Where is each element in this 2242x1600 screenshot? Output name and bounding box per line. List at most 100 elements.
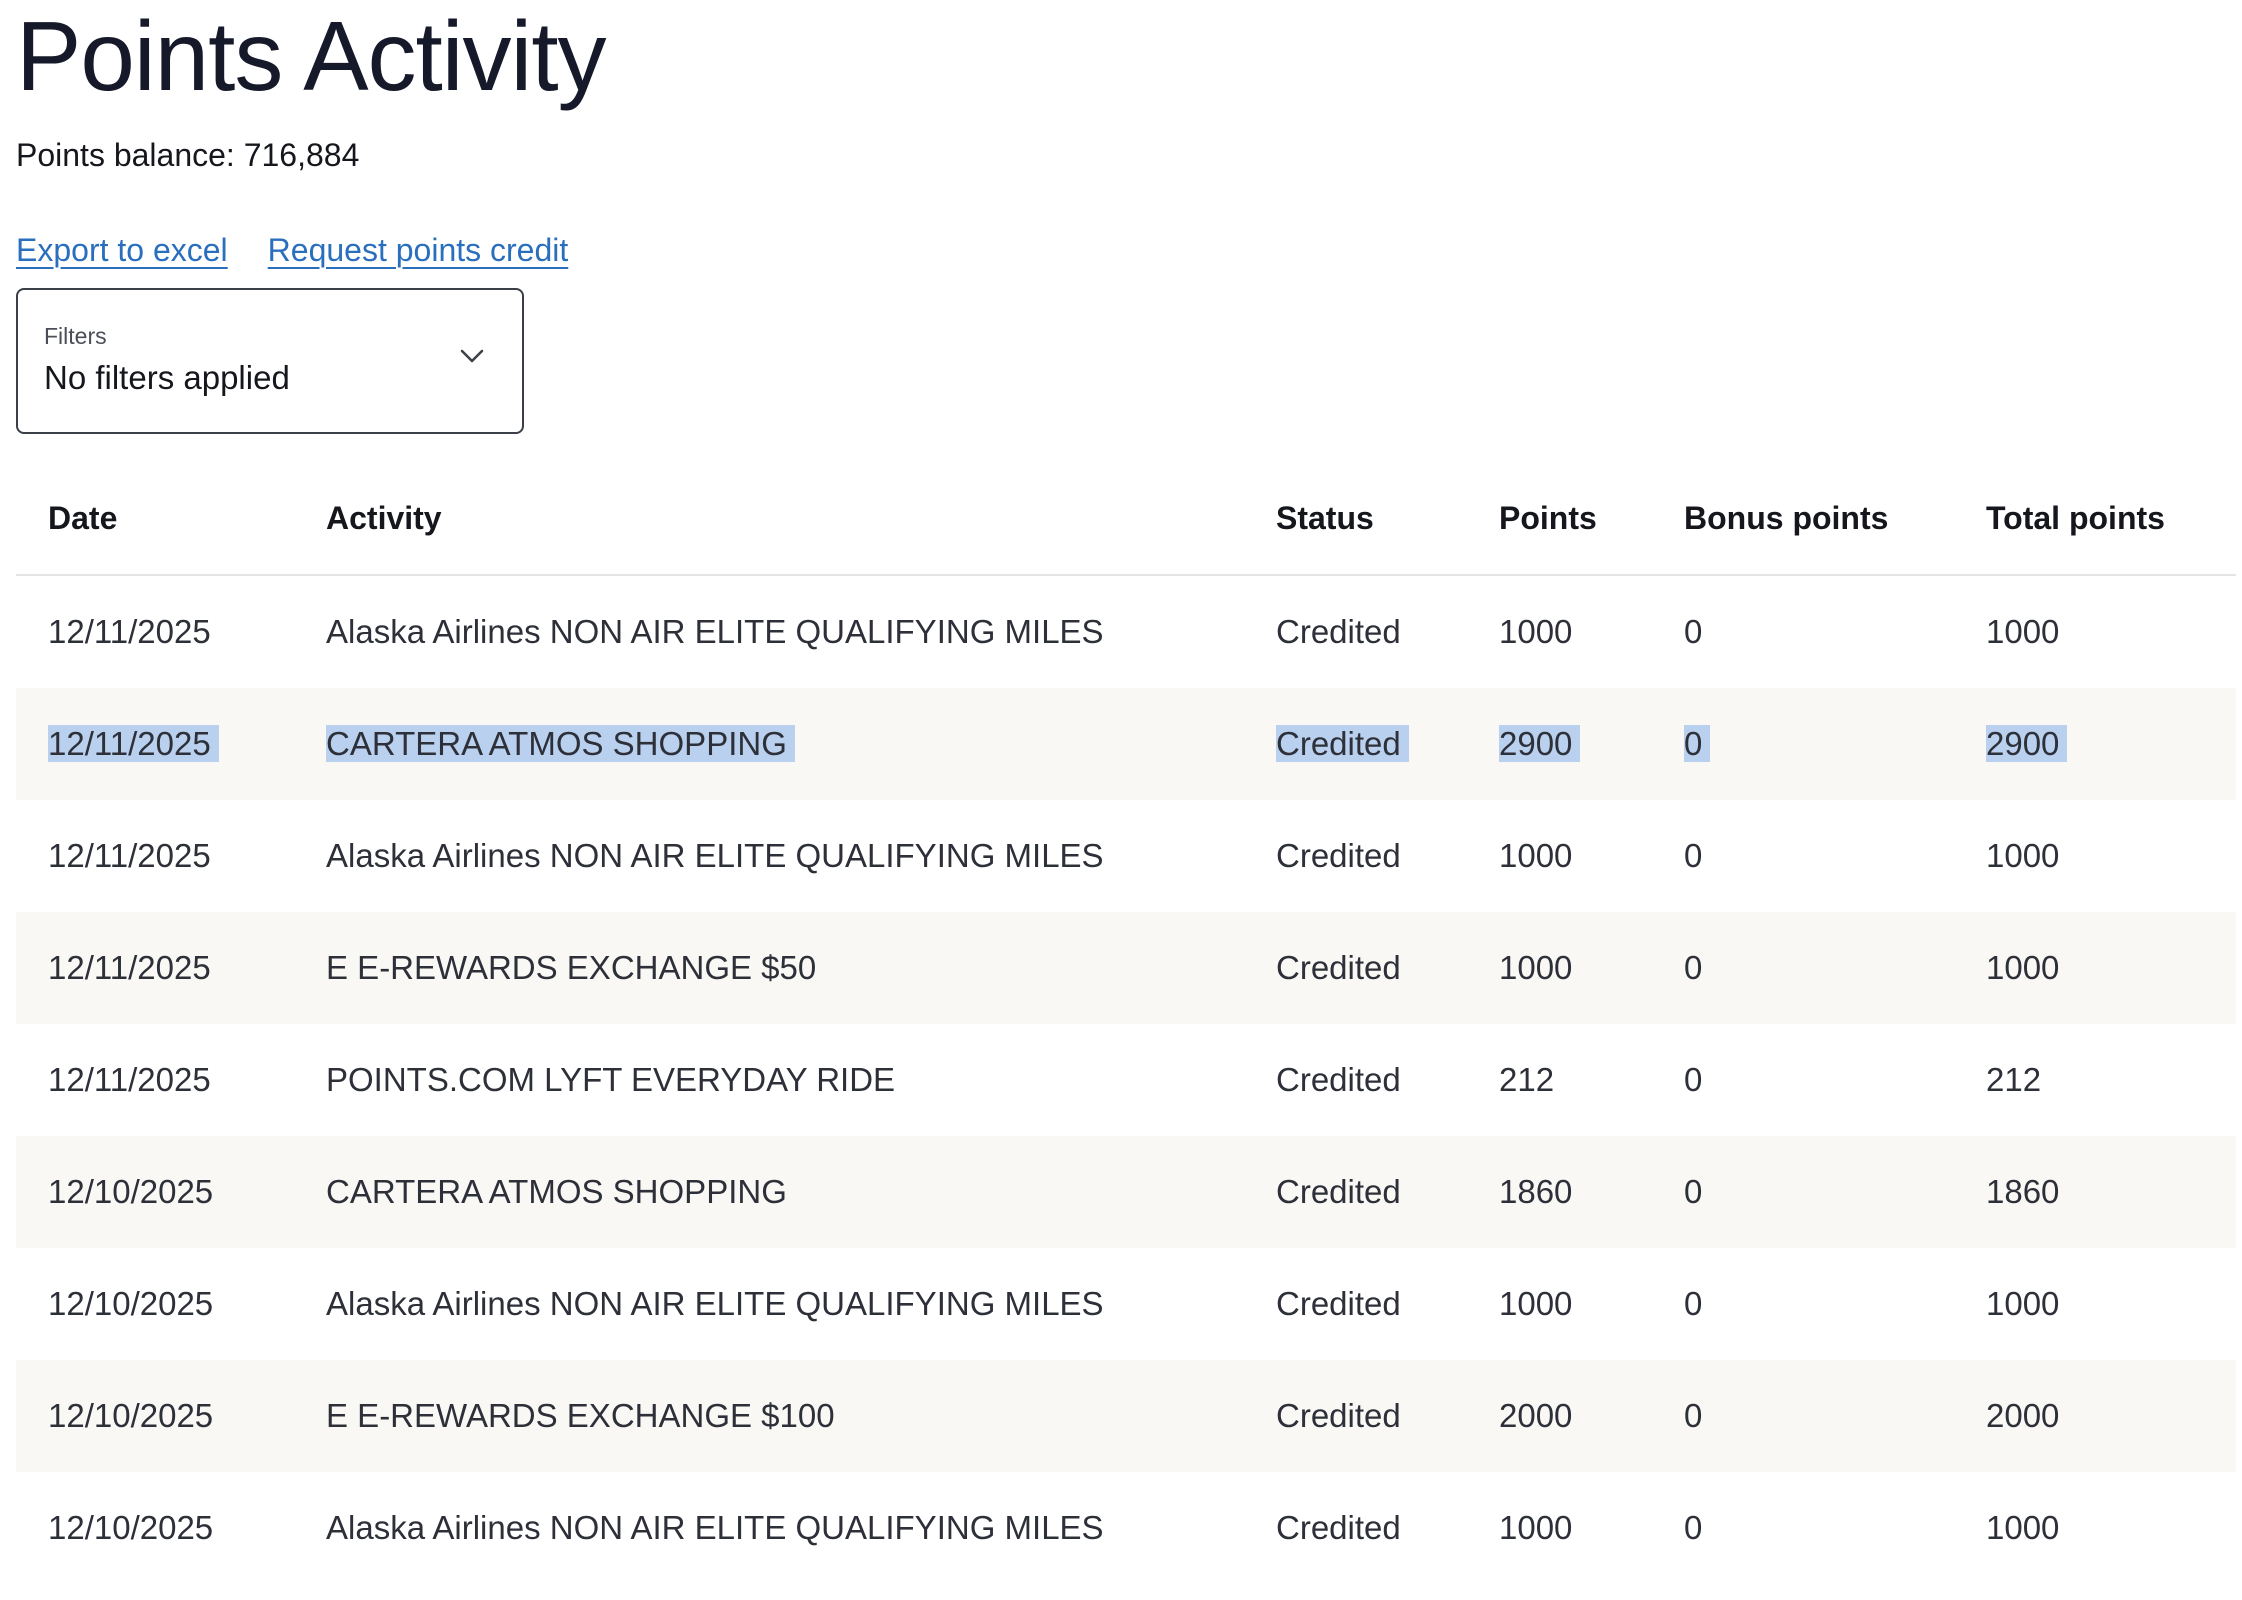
- cell-points: 2900: [1499, 721, 1581, 767]
- cell-bonus: 0: [1684, 1169, 1702, 1215]
- cell-text: Credited: [1276, 949, 1401, 986]
- cell-points: 212: [1499, 1057, 1554, 1103]
- export-to-excel-link[interactable]: Export to excel: [16, 228, 228, 272]
- cell-total: 1000: [1986, 833, 2059, 879]
- cell-text: 12/11/2025: [48, 949, 211, 986]
- cell-bonus: 0: [1684, 1281, 1702, 1327]
- cell-text: Alaska Airlines NON AIR ELITE QUALIFYING…: [326, 1509, 1104, 1546]
- filters-dropdown[interactable]: Filters No filters applied: [16, 288, 524, 434]
- cell-activity: CARTERA ATMOS SHOPPING: [326, 721, 795, 767]
- table-row: 12/11/2025 Alaska Airlines NON AIR ELITE …: [16, 800, 2236, 912]
- cell-bonus: 0: [1684, 1057, 1702, 1103]
- cell-total: 212: [1986, 1057, 2041, 1103]
- cell-text: 2000: [1986, 1397, 2060, 1434]
- cell-activity: POINTS.COM LYFT EVERYDAY RIDE: [326, 1057, 895, 1103]
- table-body: 12/11/2025 Alaska Airlines NON AIR ELITE …: [16, 576, 2236, 1584]
- cell-text: 1000: [1986, 949, 2060, 986]
- table-row: 12/11/2025 Alaska Airlines NON AIR ELITE …: [16, 576, 2236, 688]
- cell-text: 0: [1684, 613, 1703, 650]
- cell-text: 12/10/2025: [48, 1285, 214, 1322]
- cell-text: 1000: [1499, 1285, 1573, 1322]
- header-bonus-points[interactable]: Bonus points: [1684, 498, 1888, 538]
- cell-date: 12/10/2025: [48, 1281, 213, 1327]
- header-date[interactable]: Date: [48, 498, 117, 538]
- cell-date: 12/11/2025: [48, 945, 211, 991]
- header-activity[interactable]: Activity: [326, 498, 442, 538]
- cell-text: 1000: [1499, 837, 1573, 874]
- cell-date: 12/11/2025: [48, 1057, 211, 1103]
- cell-text: Credited: [1276, 1397, 1401, 1434]
- cell-text: 0: [1684, 1061, 1703, 1098]
- cell-text: 212: [1499, 1061, 1555, 1098]
- cell-points: 1000: [1499, 609, 1572, 655]
- cell-activity: CARTERA ATMOS SHOPPING: [326, 1169, 787, 1215]
- points-activity-page: Points Activity Points balance: 716,884 …: [0, 0, 2242, 1600]
- cell-status: Credited: [1276, 1393, 1401, 1439]
- cell-text: 0: [1684, 949, 1703, 986]
- cell-bonus: 0: [1684, 721, 1711, 767]
- cell-text: Credited: [1276, 837, 1401, 874]
- filters-value: No filters applied: [44, 359, 290, 396]
- cell-bonus: 0: [1684, 609, 1702, 655]
- cell-points: 1000: [1499, 1281, 1572, 1327]
- cell-bonus: 0: [1684, 833, 1702, 879]
- cell-activity: Alaska Airlines NON AIR ELITE QUALIFYING…: [326, 609, 1104, 655]
- cell-total: 1000: [1986, 945, 2059, 991]
- cell-total: 1000: [1986, 1505, 2059, 1551]
- cell-text: 2000: [1499, 1397, 1573, 1434]
- cell-text: Credited: [1276, 725, 1409, 762]
- cell-text: Credited: [1276, 613, 1401, 650]
- cell-status: Credited: [1276, 1281, 1401, 1327]
- cell-total: 2900: [1986, 721, 2068, 767]
- cell-points: 2000: [1499, 1393, 1572, 1439]
- header-status[interactable]: Status: [1276, 498, 1374, 538]
- cell-text: 0: [1684, 1285, 1703, 1322]
- cell-text: 1000: [1986, 1285, 2060, 1322]
- header-points[interactable]: Points: [1499, 498, 1597, 538]
- cell-total: 1000: [1986, 1281, 2059, 1327]
- cell-activity: E E-REWARDS EXCHANGE $50: [326, 945, 816, 991]
- filters-label: Filters: [44, 323, 107, 349]
- cell-status: Credited: [1276, 833, 1401, 879]
- cell-text: 2900: [1986, 725, 2068, 762]
- cell-text: 1860: [1986, 1173, 2060, 1210]
- table-row: 12/10/2025 Alaska Airlines NON AIR ELITE …: [16, 1472, 2236, 1584]
- cell-text: 0: [1684, 1173, 1703, 1210]
- action-links: Export to excel Request points credit: [16, 228, 568, 272]
- cell-status: Credited: [1276, 1057, 1401, 1103]
- cell-text: 2900: [1499, 725, 1581, 762]
- cell-text: 1000: [1986, 837, 2060, 874]
- cell-text: 0: [1684, 1509, 1703, 1546]
- cell-text: 1000: [1499, 949, 1573, 986]
- cell-status: Credited: [1276, 609, 1401, 655]
- header-total-points[interactable]: Total points: [1986, 498, 2165, 538]
- cell-text: 12/11/2025: [48, 725, 219, 762]
- cell-text: 0: [1684, 725, 1711, 762]
- cell-text: 12/10/2025: [48, 1173, 214, 1210]
- cell-bonus: 0: [1684, 1393, 1702, 1439]
- cell-text: Credited: [1276, 1173, 1401, 1210]
- cell-text: Alaska Airlines NON AIR ELITE QUALIFYING…: [326, 1285, 1104, 1322]
- cell-activity: E E-REWARDS EXCHANGE $100: [326, 1393, 835, 1439]
- table-row: 12/10/2025 CARTERA ATMOS SHOPPING Credited…: [16, 1136, 2236, 1248]
- cell-text: E E-REWARDS EXCHANGE $100: [326, 1397, 835, 1434]
- cell-points: 1860: [1499, 1169, 1572, 1215]
- cell-text: 12/10/2025: [48, 1509, 214, 1546]
- table-row: 12/11/2025 E E-REWARDS EXCHANGE $50 Credit…: [16, 912, 2236, 1024]
- cell-status: Credited: [1276, 1505, 1401, 1551]
- cell-points: 1000: [1499, 833, 1572, 879]
- points-activity-table: Date Activity Status Points Bonus points…: [16, 468, 2236, 1584]
- cell-text: POINTS.COM LYFT EVERYDAY RIDE: [326, 1061, 896, 1098]
- request-points-credit-link[interactable]: Request points credit: [268, 228, 569, 272]
- cell-text: 12/10/2025: [48, 1397, 214, 1434]
- cell-text: 1000: [1499, 1509, 1573, 1546]
- cell-date: 12/11/2025: [48, 721, 219, 767]
- cell-activity: Alaska Airlines NON AIR ELITE QUALIFYING…: [326, 833, 1104, 879]
- cell-bonus: 0: [1684, 1505, 1702, 1551]
- cell-activity: Alaska Airlines NON AIR ELITE QUALIFYING…: [326, 1281, 1104, 1327]
- cell-text: 12/11/2025: [48, 837, 211, 874]
- cell-points: 1000: [1499, 945, 1572, 991]
- cell-text: Alaska Airlines NON AIR ELITE QUALIFYING…: [326, 613, 1104, 650]
- cell-text: Credited: [1276, 1509, 1401, 1546]
- cell-text: 12/11/2025: [48, 1061, 211, 1098]
